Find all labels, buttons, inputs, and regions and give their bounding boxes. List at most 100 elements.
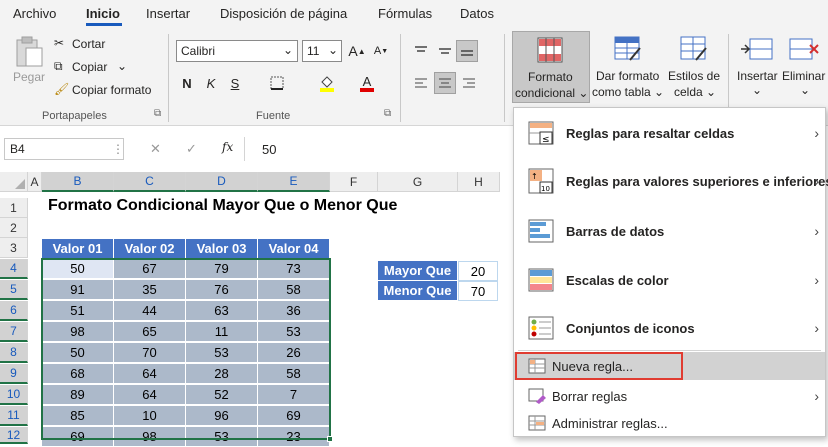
row-header[interactable]: 2	[0, 218, 28, 238]
row-header[interactable]: 11	[0, 406, 28, 426]
table-cell[interactable]: 53	[258, 322, 330, 342]
cut-button[interactable]: ✂ Cortar	[54, 36, 154, 54]
table-cell[interactable]: 52	[186, 385, 258, 405]
table-cell[interactable]: 26	[258, 343, 330, 363]
table-cell[interactable]: 63	[186, 301, 258, 321]
row-header[interactable]: 3	[0, 238, 28, 258]
tab-disposicion[interactable]: Disposición de página	[220, 6, 347, 21]
table-cell[interactable]: 23	[258, 427, 330, 447]
borders-button[interactable]	[266, 72, 288, 94]
row-header[interactable]: 7	[0, 322, 28, 342]
menu-item-manage-rules[interactable]: Administrar reglas...	[514, 411, 825, 435]
table-cell[interactable]: 98	[114, 427, 186, 447]
table-header-cell[interactable]: Valor 01	[42, 239, 114, 259]
table-header-cell[interactable]: Valor 02	[114, 239, 186, 259]
col-header-e[interactable]: E	[258, 172, 330, 192]
table-cell[interactable]: 69	[42, 427, 114, 447]
table-cell[interactable]: 85	[42, 406, 114, 426]
shrink-font-button[interactable]: A ▼	[370, 40, 392, 62]
insert-cells-button[interactable]: Insertar ⌄	[734, 31, 780, 103]
table-cell[interactable]: 28	[186, 364, 258, 384]
format-painter-button[interactable]: 🖌 Copiar formato	[54, 82, 158, 100]
table-cell[interactable]: 35	[114, 280, 186, 300]
col-header-h[interactable]: H	[458, 172, 500, 192]
font-size-select[interactable]: 11 ⌄	[302, 40, 342, 62]
table-cell[interactable]: 64	[114, 364, 186, 384]
menu-item-data-bars[interactable]: Barras de datos ›	[514, 214, 825, 248]
table-cell[interactable]: 51	[42, 301, 114, 321]
row-header[interactable]: 1	[0, 198, 28, 218]
tab-formulas[interactable]: Fórmulas	[378, 6, 432, 21]
menu-item-icon-sets[interactable]: Conjuntos de iconos ›	[514, 311, 825, 345]
table-cell[interactable]: 68	[42, 364, 114, 384]
table-cell[interactable]: 64	[114, 385, 186, 405]
table-header-cell[interactable]: Valor 03	[186, 239, 258, 259]
mayor-que-label[interactable]: Mayor Que	[378, 261, 458, 281]
cell-styles-button[interactable]: Estilos de celda ⌄	[666, 31, 722, 103]
fill-color-button[interactable]	[316, 72, 338, 94]
col-header-b[interactable]: B	[42, 172, 114, 192]
paste-button[interactable]: Pegar	[8, 34, 48, 94]
table-cell[interactable]: 7	[258, 385, 330, 405]
table-cell[interactable]: 36	[258, 301, 330, 321]
table-cell[interactable]: 53	[186, 343, 258, 363]
table-header-cell[interactable]: Valor 04	[258, 239, 330, 259]
align-left-button[interactable]	[410, 72, 432, 94]
delete-cells-button[interactable]: Eliminar ⌄	[782, 31, 828, 103]
table-cell[interactable]: 69	[258, 406, 330, 426]
tab-inicio[interactable]: Inicio	[86, 6, 120, 21]
col-header-g[interactable]: G	[378, 172, 458, 192]
dialog-launcher-icon[interactable]: ⧉	[154, 108, 161, 119]
conditional-format-button[interactable]: Formato condicional ⌄	[512, 31, 590, 103]
bold-button[interactable]: N	[176, 72, 198, 94]
align-bottom-button[interactable]	[456, 40, 478, 62]
table-cell[interactable]: 67	[114, 259, 186, 279]
menor-que-label[interactable]: Menor Que	[378, 281, 458, 301]
table-cell[interactable]: 53	[186, 427, 258, 447]
format-as-table-button[interactable]: Dar formato como tabla ⌄	[592, 31, 664, 103]
name-box[interactable]: B4	[4, 138, 124, 160]
table-cell[interactable]: 98	[42, 322, 114, 342]
font-name-select[interactable]: Calibri ⌄	[176, 40, 298, 62]
mayor-que-value[interactable]: 20	[458, 261, 498, 281]
grow-font-button[interactable]: A ▲	[346, 40, 368, 62]
row-header[interactable]: 10	[0, 385, 28, 405]
align-right-button[interactable]	[458, 72, 480, 94]
col-header-a[interactable]: A	[28, 172, 42, 192]
italic-button[interactable]: K	[200, 72, 222, 94]
row-header[interactable]: 9	[0, 364, 28, 384]
font-color-button[interactable]: A	[356, 72, 378, 94]
table-cell[interactable]: 50	[42, 259, 114, 279]
tab-datos[interactable]: Datos	[460, 6, 494, 21]
table-cell[interactable]: 73	[258, 259, 330, 279]
col-header-c[interactable]: C	[114, 172, 186, 192]
table-cell[interactable]: 50	[42, 343, 114, 363]
formula-input[interactable]: 50	[262, 142, 276, 157]
align-top-button[interactable]	[410, 40, 432, 62]
row-header[interactable]: 12	[0, 427, 28, 444]
col-header-f[interactable]: F	[330, 172, 378, 192]
table-cell[interactable]: 91	[42, 280, 114, 300]
dialog-launcher-icon[interactable]: ⧉	[384, 108, 391, 119]
menor-que-value[interactable]: 70	[458, 281, 498, 301]
row-header[interactable]: 6	[0, 301, 28, 321]
row-header[interactable]: 4	[0, 259, 28, 279]
table-cell[interactable]: 79	[186, 259, 258, 279]
tab-insertar[interactable]: Insertar	[146, 6, 190, 21]
menu-item-clear-rules[interactable]: Borrar reglas ›	[514, 384, 825, 408]
table-cell[interactable]: 11	[186, 322, 258, 342]
row-header[interactable]: 5	[0, 280, 28, 300]
fx-icon[interactable]: fx	[222, 140, 233, 154]
select-all-corner[interactable]	[0, 172, 28, 192]
fill-handle[interactable]	[327, 436, 333, 442]
table-cell[interactable]: 10	[114, 406, 186, 426]
table-cell[interactable]: 89	[42, 385, 114, 405]
menu-item-color-scales[interactable]: Escalas de color ›	[514, 263, 825, 297]
table-cell[interactable]: 70	[114, 343, 186, 363]
table-cell[interactable]: 65	[114, 322, 186, 342]
menu-item-highlight-rules[interactable]: ≤ Reglas para resaltar celdas ›	[514, 116, 825, 150]
cancel-icon[interactable]: ✕	[150, 141, 161, 157]
underline-button[interactable]: S	[224, 72, 246, 94]
align-middle-button[interactable]	[434, 40, 456, 62]
table-cell[interactable]: 96	[186, 406, 258, 426]
